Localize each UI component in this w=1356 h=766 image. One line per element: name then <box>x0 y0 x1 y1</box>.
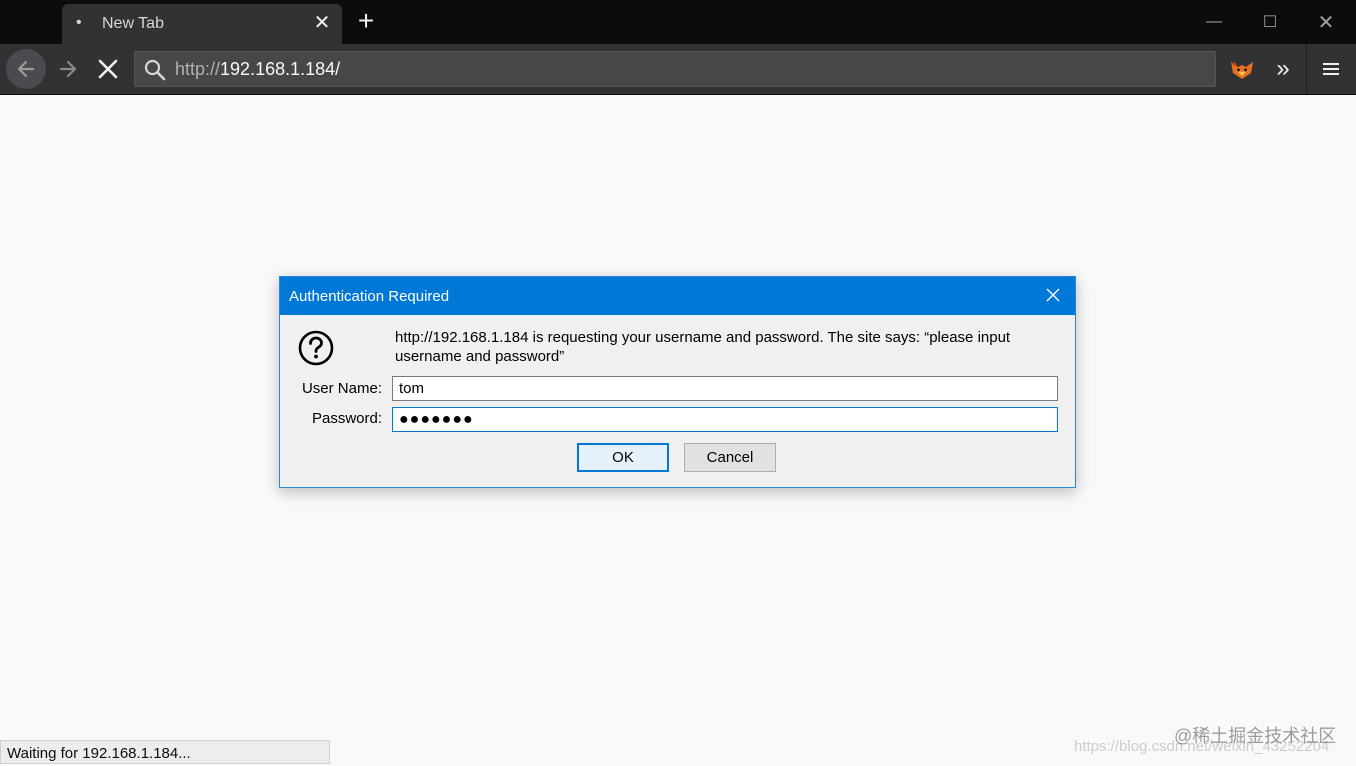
status-text: Waiting for 192.168.1.184... <box>7 745 191 762</box>
stop-x-icon <box>98 59 118 79</box>
minimize-icon[interactable]: — <box>1186 0 1242 44</box>
dialog-close-icon[interactable] <box>1043 285 1063 305</box>
dialog-message: http://192.168.1.184 is requesting your … <box>395 329 1011 365</box>
address-bar[interactable]: http://192.168.1.184/ <box>134 51 1216 87</box>
new-tab-icon[interactable]: + <box>352 5 380 36</box>
stop-button[interactable] <box>88 49 128 89</box>
tab-loading-indicator: • <box>76 14 82 31</box>
arrow-left-icon <box>17 60 35 78</box>
password-field[interactable] <box>392 407 1058 432</box>
cancel-button[interactable]: Cancel <box>684 443 776 472</box>
window-close-icon[interactable]: ✕ <box>1298 0 1354 44</box>
question-icon <box>298 330 334 366</box>
dialog-title: Authentication Required <box>289 288 450 305</box>
extension-fox-icon[interactable] <box>1228 56 1256 82</box>
watermark-label: @稀土掘金技术社区 <box>1174 726 1337 746</box>
ok-button[interactable]: OK <box>577 443 669 472</box>
tab-title: New Tab <box>102 15 164 32</box>
dialog-title-bar: Authentication Required <box>280 277 1075 315</box>
auth-dialog: Authentication Required http://192.168.1… <box>279 276 1076 488</box>
forward-button[interactable] <box>48 49 88 89</box>
maximize-icon[interactable]: ☐ <box>1242 0 1298 44</box>
tab-close-icon[interactable]: ✕ <box>310 10 334 34</box>
password-label: Password: <box>311 410 382 427</box>
arrow-right-icon <box>59 60 77 78</box>
username-field[interactable] <box>392 376 1058 401</box>
navigation-toolbar: http://192.168.1.184/ » <box>0 44 1356 95</box>
browser-window: • New Tab ✕ + — ☐ ✕ http://192.168.1.184… <box>0 0 1356 766</box>
username-label: User Name: <box>301 380 382 397</box>
tab-new-tab[interactable]: • New Tab ✕ <box>62 4 342 44</box>
status-bar: Waiting for 192.168.1.184... <box>0 740 330 764</box>
hamburger-menu-icon[interactable] <box>1316 54 1346 84</box>
toolbar-overflow-icon[interactable]: » <box>1268 54 1298 84</box>
address-bar-url[interactable]: http://192.168.1.184/ <box>175 59 340 80</box>
title-bar: • New Tab ✕ + — ☐ ✕ <box>0 0 1356 44</box>
url-host: 192.168.1.184/ <box>220 59 341 79</box>
url-scheme: http:// <box>175 59 221 79</box>
toolbar-divider <box>1306 44 1307 94</box>
search-icon <box>144 59 166 81</box>
back-button[interactable] <box>6 49 46 89</box>
